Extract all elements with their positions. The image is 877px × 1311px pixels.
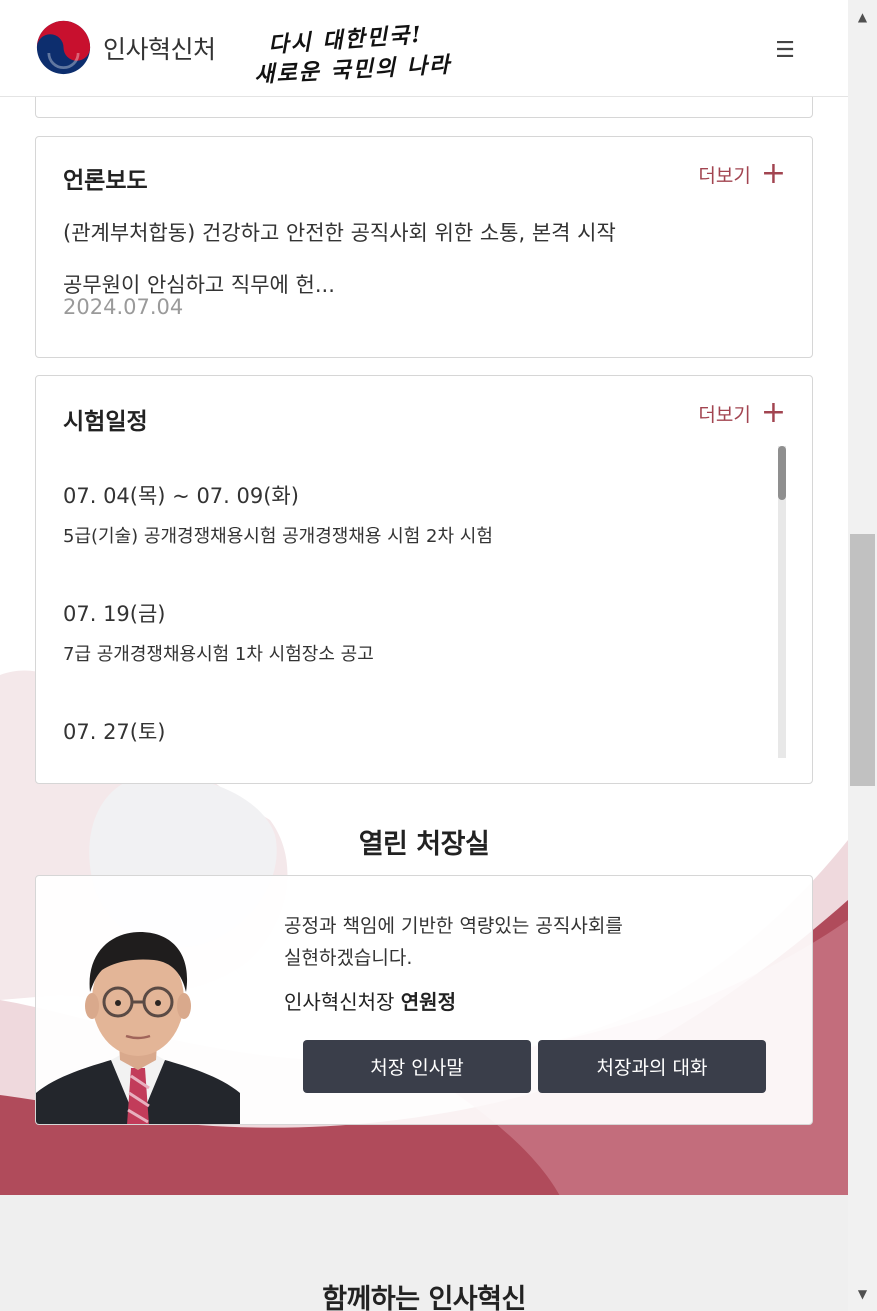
press-release-card: 언론보도 더보기 + (관계부처합동) 건강하고 안전한 공직사회 위한 소통,… — [35, 136, 813, 358]
exam-more-link[interactable]: 더보기 + — [698, 398, 786, 428]
open-office-card: 공정과 책임에 기반한 역량있는 공직사회를 실현하겠습니다. 인사혁신처장 연… — [35, 875, 813, 1125]
minister-title: 인사혁신처장 연원정 — [284, 986, 456, 1015]
press-date: 2024.07.04 — [63, 295, 184, 319]
page-scrollbar[interactable]: ▲ ▼ — [848, 0, 877, 1311]
exam-item[interactable]: 07. 19(금) 7급 공개경쟁채용시험 1차 시험장소 공고 — [63, 598, 793, 716]
scroll-up-arrow-icon[interactable]: ▲ — [848, 2, 877, 32]
government-emblem-icon — [36, 20, 91, 75]
press-more-link[interactable]: 더보기 + — [698, 159, 786, 189]
office-message-line1: 공정과 책임에 기반한 역량있는 공직사회를 — [284, 915, 623, 937]
exam-date: 07. 04(목) ~ 07. 09(화) — [63, 484, 299, 508]
press-title: 언론보도 — [63, 168, 148, 194]
exam-date: 07. 27(토) — [63, 720, 166, 744]
together-section: 함께하는 인사혁신 — [0, 1195, 848, 1311]
scroll-down-arrow-icon[interactable]: ▼ — [848, 1279, 877, 1309]
slogan-calligraphy: 다시 대한민국! 새로운 국민의 나라 — [252, 18, 452, 89]
exam-date: 07. 19(금) — [63, 602, 166, 626]
exam-list: 07. 04(목) ~ 07. 09(화) 5급(기술) 공개경쟁채용시험 공개… — [63, 480, 793, 834]
exam-schedule-card: 시험일정 더보기 + 07. 04(목) ~ 07. 09(화) 5급(기술) … — [35, 375, 813, 784]
press-line1: (관계부처합동) 건강하고 안전한 공직사회 위한 소통, 본격 시작 — [63, 221, 616, 245]
exam-item[interactable]: 07. 04(목) ~ 07. 09(화) 5급(기술) 공개경쟁채용시험 공개… — [63, 480, 793, 598]
minister-dialog-button[interactable]: 처장과의 대화 — [538, 1040, 766, 1093]
minister-name: 연원정 — [400, 990, 456, 1014]
more-label: 더보기 — [698, 403, 751, 426]
plus-icon: + — [760, 395, 786, 430]
minister-portrait — [36, 932, 240, 1124]
page-scroll-thumb[interactable] — [850, 534, 875, 786]
site-header: 인사혁신처 다시 대한민국! 새로운 국민의 나라 ☰ — [0, 0, 848, 97]
exam-title: 시험일정 — [63, 409, 148, 435]
exam-list-scrollbar[interactable] — [778, 446, 786, 758]
exam-desc: 5급(기술) 공개경쟁채용시험 공개경쟁채용 시험 2차 시험 — [63, 526, 493, 547]
exam-item[interactable]: 07. 27(토) — [63, 716, 793, 834]
exam-scroll-thumb[interactable] — [778, 446, 786, 500]
office-message-line2: 실현하겠습니다. — [284, 947, 413, 969]
more-label: 더보기 — [698, 164, 751, 187]
org-name: 인사혁신처 — [103, 34, 216, 64]
office-message: 공정과 책임에 기반한 역량있는 공직사회를 실현하겠습니다. — [284, 910, 623, 974]
exam-desc: 7급 공개경쟁채용시험 1차 시험장소 공고 — [63, 644, 374, 665]
open-office-title: 열린 처장실 — [358, 829, 490, 860]
plus-icon: + — [760, 156, 786, 191]
minister-greeting-button[interactable]: 처장 인사말 — [303, 1040, 531, 1093]
together-title: 함께하는 인사혁신 — [322, 1284, 526, 1311]
page-viewport: 인사혁신처 다시 대한민국! 새로운 국민의 나라 ☰ 언론보도 더보기 + (… — [0, 0, 848, 1311]
hamburger-menu-icon[interactable]: ☰ — [770, 36, 800, 64]
home-logo-link[interactable]: 인사혁신처 — [36, 20, 216, 75]
minister-position: 인사혁신처장 — [284, 990, 395, 1014]
